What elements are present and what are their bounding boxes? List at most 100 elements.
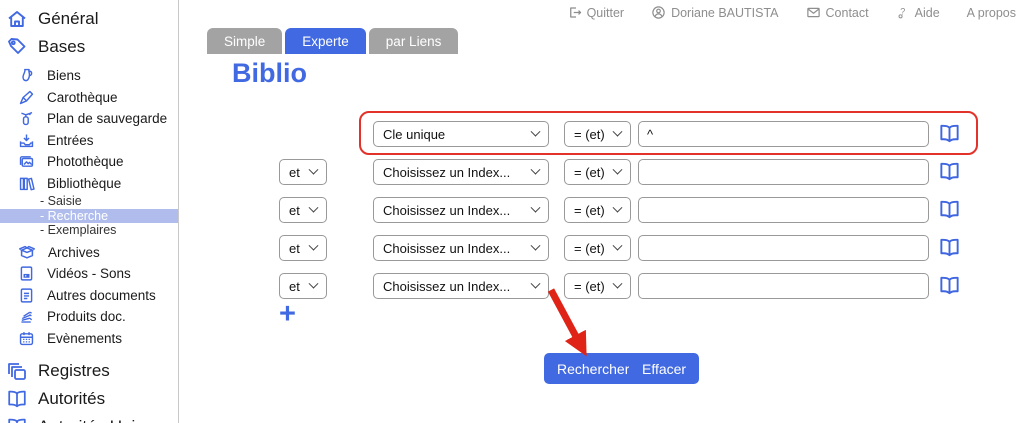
operator-select-value: = (et) (574, 203, 605, 218)
chevron-down-icon (531, 202, 541, 212)
sidebar: Général Bases Biens Carothèque Pla (0, 0, 179, 423)
search-value-input[interactable] (638, 159, 929, 185)
user-label: Doriane BAUTISTA (671, 6, 778, 20)
sidebar-item-autorites[interactable]: Autorités (0, 385, 178, 413)
quit-label: Quitter (587, 6, 625, 20)
search-row-2: et Choisissez un Index... = (et) (180, 159, 1026, 185)
quit-link[interactable]: Quitter (567, 5, 625, 20)
chevron-down-icon (613, 202, 623, 212)
operator-select[interactable]: = (et) (564, 235, 631, 261)
contact-link[interactable]: Contact (806, 5, 869, 20)
tab-par-liens[interactable]: par Liens (369, 28, 459, 54)
connector-select[interactable]: et (279, 159, 327, 185)
index-select[interactable]: Choisissez un Index... (373, 273, 549, 299)
about-link[interactable]: A propos (967, 6, 1016, 20)
tab-simple[interactable]: Simple (207, 28, 282, 54)
connector-select[interactable]: et (279, 235, 327, 261)
open-book-icon[interactable] (938, 160, 961, 188)
search-mode-tabs: Simple Experte par Liens (207, 28, 458, 54)
search-row-4: et Choisissez un Index... = (et) (180, 235, 1026, 261)
add-row-button[interactable]: + (279, 300, 296, 329)
sheaf-icon (18, 308, 35, 325)
tab-experte[interactable]: Experte (285, 28, 366, 54)
connector-select[interactable]: et (279, 197, 327, 223)
fire-extinguisher-icon (18, 110, 35, 127)
help-icon: ? (896, 5, 910, 20)
sidebar-item-phototheque[interactable]: Photothèque (0, 151, 178, 173)
chevron-down-icon (613, 164, 623, 174)
sidebar-item-label: Bibliothèque (47, 176, 121, 191)
sidebar-item-label: Carothèque (47, 90, 118, 105)
help-label: Aide (915, 6, 940, 20)
calendar-icon (18, 330, 35, 347)
search-button[interactable]: Rechercher (544, 353, 642, 384)
sidebar-item-biens[interactable]: Biens (0, 65, 178, 87)
chevron-down-icon (613, 126, 623, 136)
sidebar-item-label: Plan de sauvegarde (47, 111, 167, 126)
sidebar-item-label: Biens (47, 68, 81, 83)
clear-button[interactable]: Effacer (629, 353, 699, 384)
sidebar-item-carotheque[interactable]: Carothèque (0, 87, 178, 109)
sidebar-item-label: Général (38, 9, 98, 29)
operator-select-value: = (et) (574, 165, 605, 180)
chevron-down-icon (531, 164, 541, 174)
sidebar-item-bases[interactable]: Bases (0, 33, 178, 61)
sidebar-item-label: Autres documents (47, 288, 156, 303)
operator-select-value: = (et) (574, 241, 605, 256)
sidebar-item-recherche[interactable]: - Recherche (0, 209, 178, 224)
help-link[interactable]: ? Aide (896, 5, 940, 20)
sidebar-item-evenements[interactable]: Evènements (0, 328, 178, 350)
chevron-down-icon (309, 240, 319, 250)
index-select[interactable]: Cle unique (373, 121, 549, 147)
index-select[interactable]: Choisissez un Index... (373, 159, 549, 185)
sidebar-item-registres[interactable]: Registres (0, 357, 178, 385)
video-file-icon (18, 265, 35, 282)
operator-select[interactable]: = (et) (564, 159, 631, 185)
sidebar-item-entrees[interactable]: Entrées (0, 130, 178, 152)
connector-select-value: et (289, 241, 300, 256)
contact-label: Contact (826, 6, 869, 20)
operator-select[interactable]: = (et) (564, 273, 631, 299)
chevron-down-icon (309, 278, 319, 288)
index-select-value: Choisissez un Index... (383, 241, 510, 256)
sidebar-item-plan-de-sauvegarde[interactable]: Plan de sauvegarde (0, 108, 178, 130)
operator-select[interactable]: = (et) (564, 197, 631, 223)
sidebar-item-autres-documents[interactable]: Autres documents (0, 285, 178, 307)
sidebar-item-label: Evènements (47, 331, 122, 346)
app-window: Général Bases Biens Carothèque Pla (0, 0, 1026, 423)
sidebar-item-bibliotheque[interactable]: Bibliothèque (0, 173, 178, 195)
connector-select-value: et (289, 203, 300, 218)
sidebar-item-label: Registres (38, 361, 110, 381)
chevron-down-icon (531, 278, 541, 288)
sidebar-item-exemplaires[interactable]: - Exemplaires (0, 223, 178, 238)
search-value-input[interactable] (638, 273, 929, 299)
open-book-icon[interactable] (938, 236, 961, 264)
sidebar-item-general[interactable]: Général (0, 5, 178, 33)
index-select-value: Choisissez un Index... (383, 203, 510, 218)
inbox-icon (18, 132, 35, 149)
sidebar-item-label: - Saisie (40, 194, 82, 208)
index-select-value: Cle unique (383, 127, 445, 142)
header-links: Quitter Doriane BAUTISTA Contact ? Aide (567, 5, 1016, 20)
sidebar-item-videos-sons[interactable]: Vidéos - Sons (0, 263, 178, 285)
search-row-1: Cle unique = (et) (180, 121, 1026, 147)
chevron-down-icon (613, 278, 623, 288)
index-select[interactable]: Choisissez un Index... (373, 235, 549, 261)
chevron-down-icon (531, 126, 541, 136)
open-book-icon[interactable] (938, 274, 961, 302)
sidebar-item-saisie[interactable]: - Saisie (0, 194, 178, 209)
operator-select[interactable]: = (et) (564, 121, 631, 147)
open-book-icon[interactable] (938, 198, 961, 226)
open-book-icon[interactable] (938, 122, 961, 150)
connector-select[interactable]: et (279, 273, 327, 299)
sidebar-item-archives[interactable]: Archives (0, 242, 178, 264)
sidebar-item-produits-doc[interactable]: Produits doc. (0, 306, 178, 328)
search-value-input[interactable] (638, 235, 929, 261)
search-value-input[interactable] (638, 197, 929, 223)
chevron-down-icon (613, 240, 623, 250)
index-select[interactable]: Choisissez un Index... (373, 197, 549, 223)
user-link[interactable]: Doriane BAUTISTA (651, 5, 778, 20)
chevron-down-icon (309, 164, 319, 174)
sidebar-item-autorites-unimarc[interactable]: Autorités Unimarc (0, 413, 178, 423)
search-value-input[interactable] (638, 121, 929, 147)
